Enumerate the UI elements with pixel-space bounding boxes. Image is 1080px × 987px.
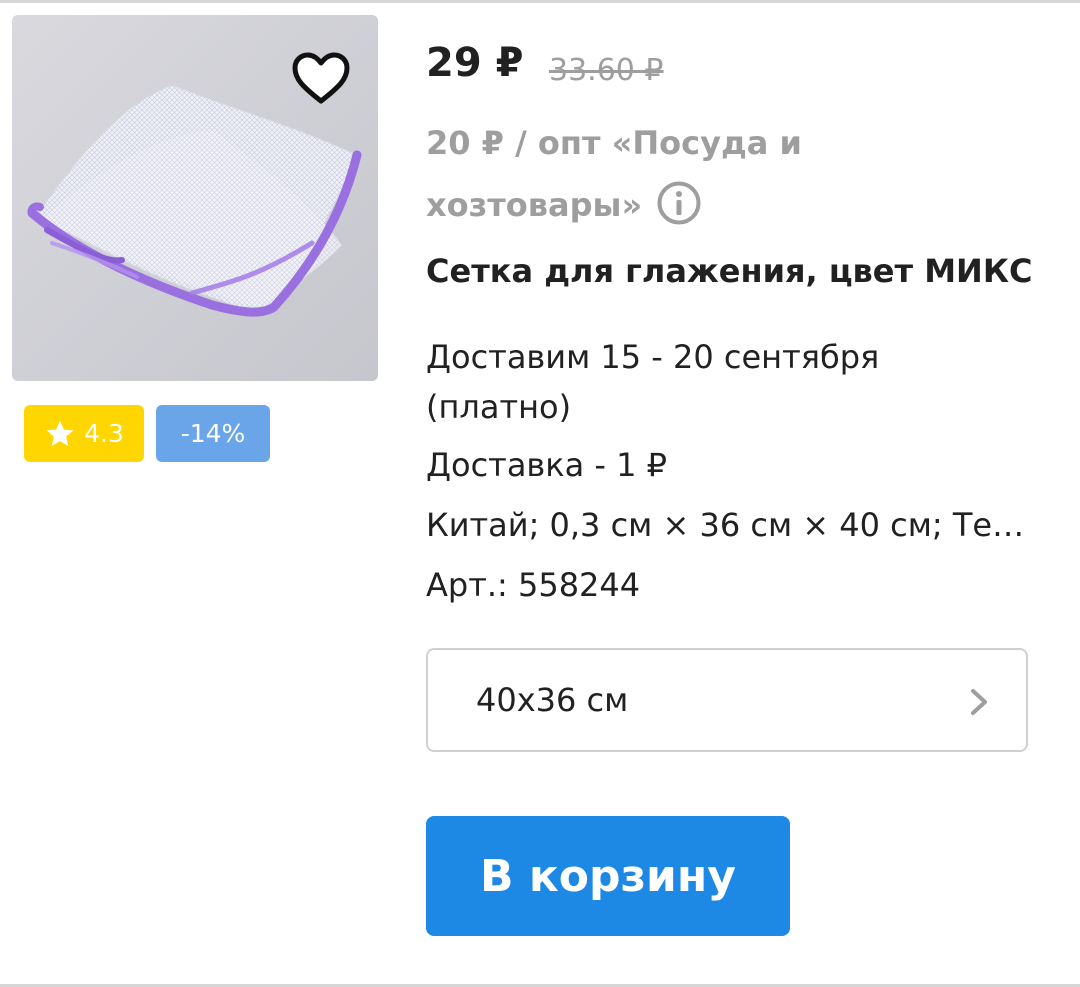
rating-value: 4.3 [84,419,124,448]
top-divider [0,0,1080,3]
delivery-paid-note: (платно) [426,388,572,426]
current-price: 29 ₽ [426,40,524,86]
variant-select[interactable]: 40х36 см [426,648,1028,752]
heart-outline-icon [292,52,350,104]
variant-value: 40х36 см [476,681,629,719]
product-image[interactable] [12,15,378,381]
add-to-cart-label: В корзину [480,850,736,902]
old-price: 33.60 ₽ [549,53,664,88]
chevron-right-icon [971,689,987,715]
info-icon[interactable] [656,180,702,226]
wholesale-line-2: хозтовары» [426,186,643,224]
product-title[interactable]: Сетка для глажения, цвет МИКС [426,252,1032,290]
product-specs: Китай; 0,3 см × 36 см × 40 см; Тек... [426,506,1030,544]
delivery-date: Доставим 15 - 20 сентября [426,338,880,376]
article-number: Арт.: 558244 [426,566,641,604]
discount-value: -14% [180,419,246,448]
wholesale-price: 20 ₽ / опт «Посуда и хозтовары» [426,112,846,236]
favorite-button[interactable] [289,47,353,111]
discount-badge: -14% [156,405,270,462]
wholesale-line-1: 20 ₽ / опт «Посуда и [426,124,802,162]
rating-badge: 4.3 [24,405,144,462]
star-icon [46,420,74,446]
add-to-cart-button[interactable]: В корзину [426,816,790,936]
delivery-cost: Доставка - 1 ₽ [426,446,667,484]
